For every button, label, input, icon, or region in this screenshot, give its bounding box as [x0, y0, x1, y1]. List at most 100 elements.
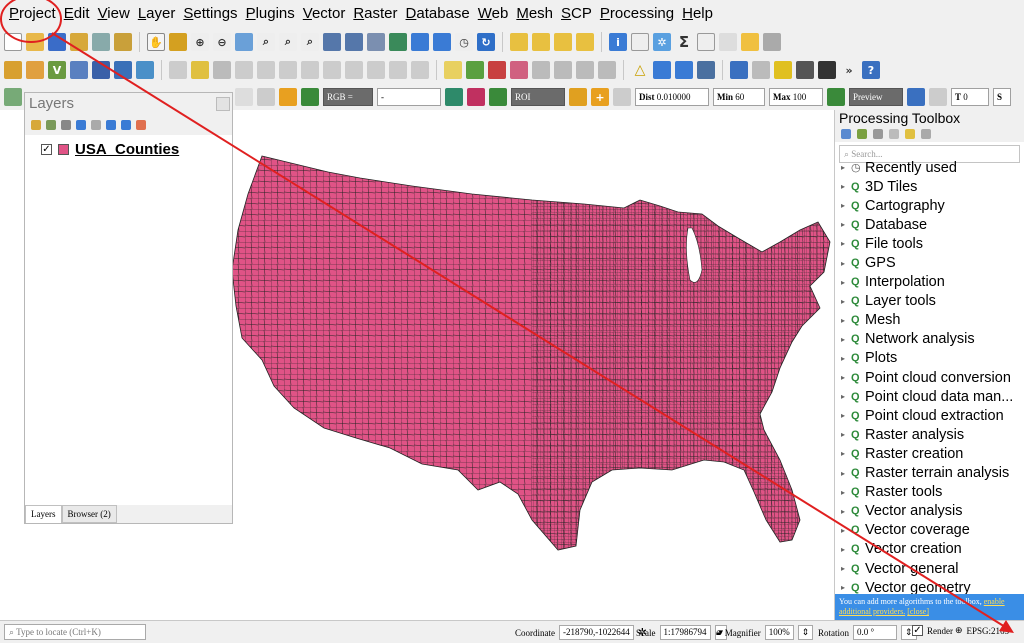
roi-zoom-icon[interactable] — [489, 88, 507, 106]
expand-caret-icon[interactable]: ▸ — [841, 278, 851, 287]
add-wms-icon[interactable] — [136, 61, 154, 79]
remove-layer-icon[interactable] — [136, 120, 146, 130]
render-checkbox[interactable]: ✓ — [912, 625, 923, 636]
unpin-label-icon[interactable] — [510, 61, 528, 79]
t-field[interactable]: T 0 — [951, 88, 989, 106]
expand-caret-icon[interactable]: ▸ — [841, 239, 851, 248]
style-manager-icon[interactable] — [114, 33, 132, 51]
zoom-out-icon[interactable]: ⊖ — [213, 33, 231, 51]
expand-caret-icon[interactable]: ▸ — [841, 583, 851, 592]
deselect-icon[interactable] — [554, 33, 572, 51]
models-icon[interactable] — [841, 129, 851, 139]
preview-refresh-icon[interactable] — [929, 88, 947, 106]
processing-provider-database[interactable]: ▸ Q Database — [835, 215, 1024, 234]
zoom-next-icon[interactable] — [345, 33, 363, 51]
pan-to-selection-icon[interactable] — [169, 33, 187, 51]
processing-provider-interpolation[interactable]: ▸ Q Interpolation — [835, 273, 1024, 292]
menu-web[interactable]: Web — [474, 4, 513, 28]
expand-caret-icon[interactable]: ▸ — [841, 392, 851, 401]
preview-zoom-icon[interactable] — [827, 88, 845, 106]
processing-provider-point-cloud-extraction[interactable]: ▸ Q Point cloud extraction — [835, 406, 1024, 425]
zoom-full-icon[interactable] — [235, 33, 253, 51]
zoom-layer-icon[interactable]: ⌕ — [279, 33, 297, 51]
additional-providers-link[interactable]: additional providers. — [839, 607, 905, 616]
locator-search-input[interactable]: ⌕ Type to locate (Ctrl+K) — [4, 624, 146, 640]
enable-link[interactable]: enable — [984, 597, 1005, 606]
layer-name[interactable]: USA_Counties — [75, 141, 179, 158]
paste-features-icon[interactable] — [367, 61, 385, 79]
roi-combo[interactable]: ROI — [511, 88, 565, 106]
roi-pointer-icon[interactable] — [445, 88, 463, 106]
processing-provider-raster-terrain-analysis[interactable]: ▸ Q Raster terrain analysis — [835, 464, 1024, 483]
new-map-view-icon[interactable] — [367, 33, 385, 51]
menu-processing[interactable]: Processing — [596, 4, 678, 28]
processing-provider-3d-tiles[interactable]: ▸ Q 3D Tiles — [835, 177, 1024, 196]
menu-layer[interactable]: Layer — [134, 4, 180, 28]
magnifier-field[interactable]: 100% — [764, 625, 794, 640]
move-label-icon[interactable] — [554, 61, 572, 79]
close-footer-link[interactable]: [close] — [907, 607, 929, 616]
processing-icon[interactable] — [763, 33, 781, 51]
processing-provider-vector-general[interactable]: ▸ Q Vector general — [835, 559, 1024, 578]
expand-caret-icon[interactable]: ▸ — [841, 182, 851, 191]
expand-caret-icon[interactable]: ▸ — [841, 259, 851, 268]
geometry-checker-icon[interactable] — [675, 61, 693, 79]
processing-provider-cartography[interactable]: ▸ Q Cartography — [835, 196, 1024, 215]
scale-field[interactable]: 1:17986794 — [659, 625, 711, 640]
print-layout-icon[interactable] — [92, 33, 110, 51]
scp-shield-icon[interactable] — [257, 88, 275, 106]
menu-scp[interactable]: SCP — [557, 4, 596, 28]
zoom-in-icon[interactable]: ⊕ — [191, 33, 209, 51]
processing-provider-vector-coverage[interactable]: ▸ Q Vector coverage — [835, 521, 1024, 540]
scp-toolbar-icon[interactable] — [4, 88, 22, 106]
crs-group[interactable]: ⊕ EPSG:2163 — [955, 625, 1009, 636]
layer-visibility-checkbox[interactable]: ✓ — [41, 144, 52, 155]
menu-settings[interactable]: Settings — [179, 4, 241, 28]
add-feature-icon[interactable] — [235, 61, 253, 79]
identify-icon[interactable]: i — [609, 33, 627, 51]
scripts-icon[interactable] — [857, 129, 867, 139]
expand-caret-icon[interactable]: ▸ — [841, 507, 851, 516]
s-field[interactable]: S — [993, 88, 1011, 106]
expand-caret-icon[interactable]: ▸ — [841, 545, 851, 554]
processing-provider-file-tools[interactable]: ▸ Q File tools — [835, 234, 1024, 253]
cut-features-icon[interactable] — [323, 61, 341, 79]
field-calculator-icon[interactable] — [697, 33, 715, 51]
scp-refresh-icon[interactable] — [613, 88, 631, 106]
data-source-icon[interactable] — [26, 61, 44, 79]
menu-vector[interactable]: Vector — [299, 4, 350, 28]
processing-provider-point-cloud-data-man[interactable]: ▸ Q Point cloud data man... — [835, 387, 1024, 406]
add-group-icon[interactable] — [46, 120, 56, 130]
coordinate-field[interactable]: -218790,-1022644 — [559, 625, 634, 640]
expand-caret-icon[interactable]: ▸ — [841, 373, 851, 382]
pan-icon[interactable]: ✋ — [147, 33, 165, 51]
preview-combo[interactable]: Preview — [849, 88, 903, 106]
help-icon[interactable]: ? — [862, 61, 880, 79]
show-bookmarks-icon[interactable] — [433, 33, 451, 51]
plugin-manager-icon[interactable] — [752, 61, 770, 79]
menu-help[interactable]: Help — [678, 4, 717, 28]
edit-features-in-place-icon[interactable] — [905, 129, 915, 139]
edit-pencil-icon[interactable] — [191, 61, 209, 79]
roi-polygon-icon[interactable] — [467, 88, 485, 106]
save-as-icon[interactable] — [70, 33, 88, 51]
layers-panel-close-icon[interactable] — [216, 97, 230, 111]
scp-classification-icon[interactable] — [569, 88, 587, 106]
globe-plugin-icon[interactable] — [818, 61, 836, 79]
history-icon[interactable] — [873, 129, 883, 139]
processing-provider-vector-creation[interactable]: ▸ Q Vector creation — [835, 540, 1024, 559]
rotate-label-icon[interactable] — [576, 61, 594, 79]
usa-counties-map[interactable] — [231, 110, 836, 620]
processing-provider-plots[interactable]: ▸ Q Plots — [835, 349, 1024, 368]
statistics-sigma-icon[interactable]: Σ — [675, 33, 693, 51]
zoom-last-icon[interactable] — [323, 33, 341, 51]
dist-field[interactable]: Dist 0.010000 — [635, 88, 709, 106]
select-features-icon[interactable] — [510, 33, 528, 51]
magnifier-spinner-icon[interactable]: ⇕ — [797, 625, 814, 640]
save-project-icon[interactable] — [48, 33, 66, 51]
expand-caret-icon[interactable]: ▸ — [841, 316, 851, 325]
label-abc-icon[interactable] — [444, 61, 462, 79]
topology-checker-icon[interactable] — [697, 61, 715, 79]
add-raster-icon[interactable] — [70, 61, 88, 79]
expand-caret-icon[interactable]: ▸ — [841, 469, 851, 478]
